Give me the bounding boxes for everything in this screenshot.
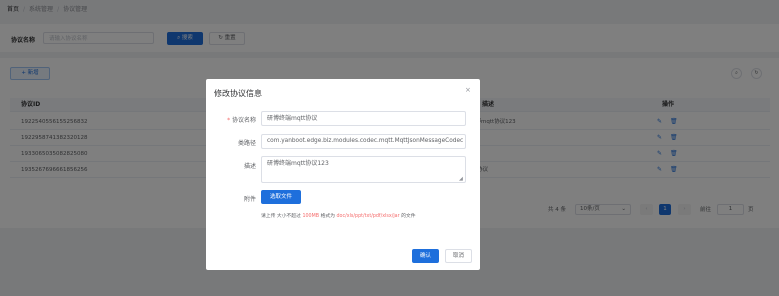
dialog-title: 修改协议信息 — [214, 89, 262, 98]
class-path-label: 类路径 — [237, 140, 256, 147]
cancel-button[interactable]: 取消 — [445, 249, 472, 263]
close-icon[interactable]: × — [465, 86, 471, 94]
protocol-name-label: * 协议名称 — [227, 117, 256, 124]
protocol-name-input[interactable]: 研博终端mqtt协议 — [261, 111, 466, 126]
confirm-button[interactable]: 确认 — [412, 249, 439, 263]
attachment-label: 附件 — [243, 196, 256, 203]
description-label: 描述 — [243, 163, 256, 170]
upload-hint: 请上传 大小不超过 100MB 格式为 doc/xls/ppt/txt/pdf/… — [261, 214, 416, 219]
resize-handle-icon[interactable]: ◢ — [459, 176, 463, 182]
description-textarea[interactable]: 研博终端mqtt协议123 — [261, 156, 466, 183]
class-path-input[interactable]: com.yanboot.edge.biz.modules.codec.mqtt.… — [261, 134, 466, 149]
choose-file-button[interactable]: 选取文件 — [261, 190, 301, 204]
edit-protocol-dialog: 修改协议信息 × * 协议名称 研博终端mqtt协议 类路径 com.yanbo… — [206, 79, 480, 270]
